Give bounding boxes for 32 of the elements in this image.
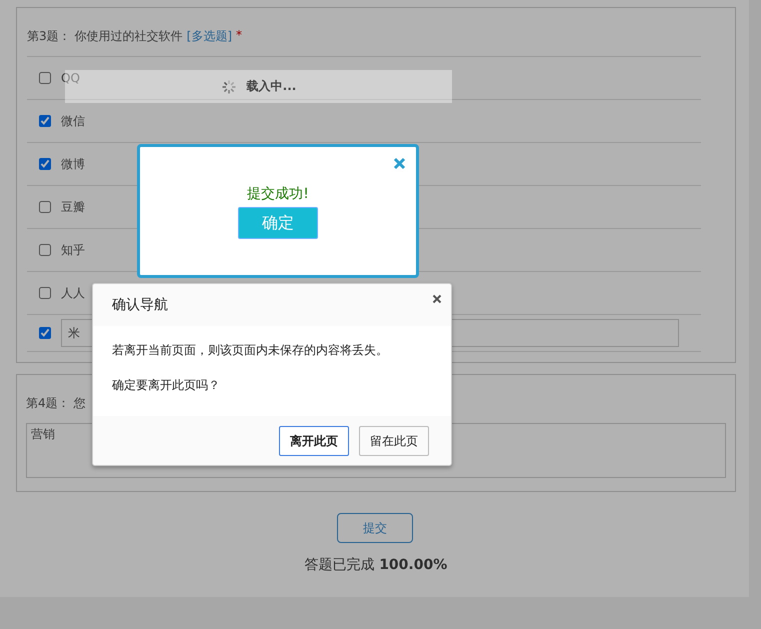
question-type-tag: [多选题] (186, 28, 232, 45)
dialog-message: 若离开当前页面，则该页面内未保存的内容将丢失。 (112, 342, 389, 359)
dialog-title: 确认导航 (112, 296, 168, 314)
checkbox[interactable] (39, 72, 51, 84)
progress-value: 100.00% (379, 557, 448, 573)
option-label: 微信 (61, 112, 85, 130)
close-icon[interactable] (432, 294, 442, 304)
progress-label: 答题已完成 (304, 557, 375, 573)
checkbox[interactable] (39, 287, 51, 299)
checkbox[interactable] (39, 158, 51, 170)
dialog-message: 确定要离开此页吗？ (112, 377, 221, 394)
loading-text: 载入中... (246, 78, 296, 95)
option-label: 微博 (61, 156, 85, 172)
dialog-button[interactable]: 留在此页 (359, 426, 429, 456)
checkbox[interactable] (39, 201, 51, 213)
checkbox[interactable] (39, 115, 51, 127)
option-label: 豆瓣 (61, 198, 85, 216)
question-number: 第4题： (26, 395, 70, 412)
question-title: 你使用过的社交软件 (74, 28, 183, 45)
checkbox[interactable] (39, 244, 51, 256)
spinner-icon (220, 78, 237, 94)
required-mark: * (236, 28, 242, 42)
dialog-button[interactable]: 离开此页 (279, 426, 349, 456)
submit-button[interactable]: 提交 (337, 513, 413, 543)
option-label: 知乎 (61, 242, 85, 258)
question-title: 您 (74, 395, 86, 412)
option-label: 人人 (61, 284, 85, 302)
close-icon[interactable] (393, 157, 406, 170)
success-message: 提交成功! (247, 185, 309, 203)
option-label: QQ (61, 71, 80, 85)
question-number: 第3题： (27, 28, 71, 45)
checkbox[interactable] (39, 327, 51, 339)
